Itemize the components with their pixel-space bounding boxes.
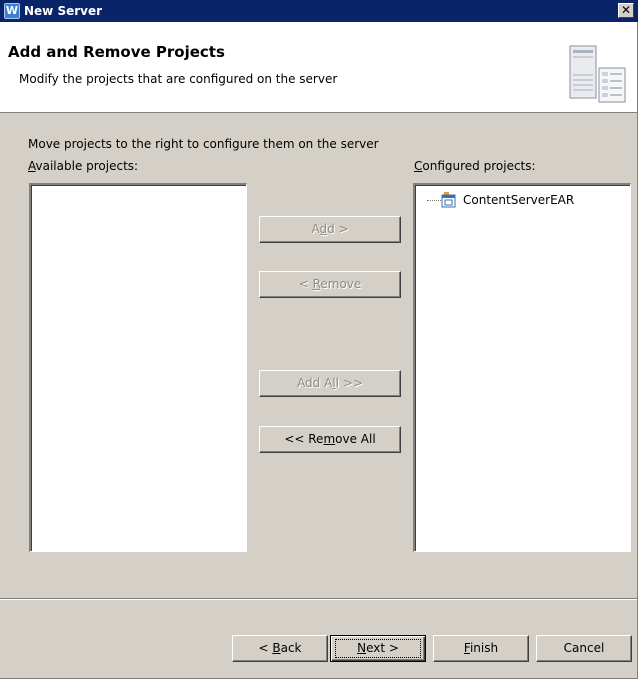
configured-projects-label: Configured projects: (414, 159, 536, 173)
back-post: ack (280, 641, 302, 655)
page-subtitle: Modify the projects that are configured … (19, 72, 338, 86)
back-pre: < (258, 641, 273, 655)
instruction-text: Move projects to the right to configure … (28, 137, 379, 151)
tree-connector (427, 200, 441, 201)
available-label-mnemonic: A (28, 159, 36, 173)
next-post: ext > (366, 641, 399, 655)
add-all-button[interactable]: Add All >> (259, 370, 401, 397)
available-label-text: vailable projects: (35, 159, 139, 173)
configured-label-text: onfigured projects: (422, 159, 536, 173)
page-title: Add and Remove Projects (8, 43, 225, 61)
remove-button[interactable]: < Remove (259, 271, 401, 298)
available-projects-label: Available projects: (28, 159, 138, 173)
server-wizard-banner-icon (569, 45, 626, 103)
addall-pre: Add A (297, 376, 333, 390)
remove-post: emove (320, 277, 362, 291)
add-mnemonic: d (319, 222, 328, 236)
configured-projects-list[interactable]: ContentServerEAR (413, 183, 631, 552)
finish-button[interactable]: Finish (433, 635, 529, 662)
wizard-header: Add and Remove Projects Modify the proje… (0, 22, 637, 113)
window-title: New Server (24, 4, 103, 18)
back-mnemonic: B (272, 641, 281, 655)
remove-pre: < (298, 277, 313, 291)
available-projects-list[interactable] (29, 183, 247, 552)
websphere-app-icon: W (4, 3, 20, 19)
ear-project-icon (441, 192, 456, 208)
remove-all-button[interactable]: << Remove All (259, 426, 401, 453)
footer-separator (0, 598, 637, 600)
title-bar[interactable]: W New Server ✕ (0, 0, 638, 22)
close-button[interactable]: ✕ (618, 3, 634, 18)
configured-project-label: ContentServerEAR (463, 193, 575, 207)
finish-post: inish (469, 641, 499, 655)
add-post: d > (327, 222, 349, 236)
next-button[interactable]: Next > (330, 635, 426, 662)
cancel-button[interactable]: Cancel (536, 635, 632, 662)
new-server-dialog: W New Server ✕ Add and Remove Projects M… (0, 0, 638, 679)
addall-post: l >> (335, 376, 363, 390)
next-mnemonic: N (357, 641, 367, 655)
removeall-post: ove All (335, 432, 376, 446)
removeall-pre: << Re (284, 432, 324, 446)
add-button[interactable]: Add > (259, 216, 401, 243)
back-button[interactable]: < Back (232, 635, 328, 662)
removeall-mnemonic: m (323, 432, 336, 446)
